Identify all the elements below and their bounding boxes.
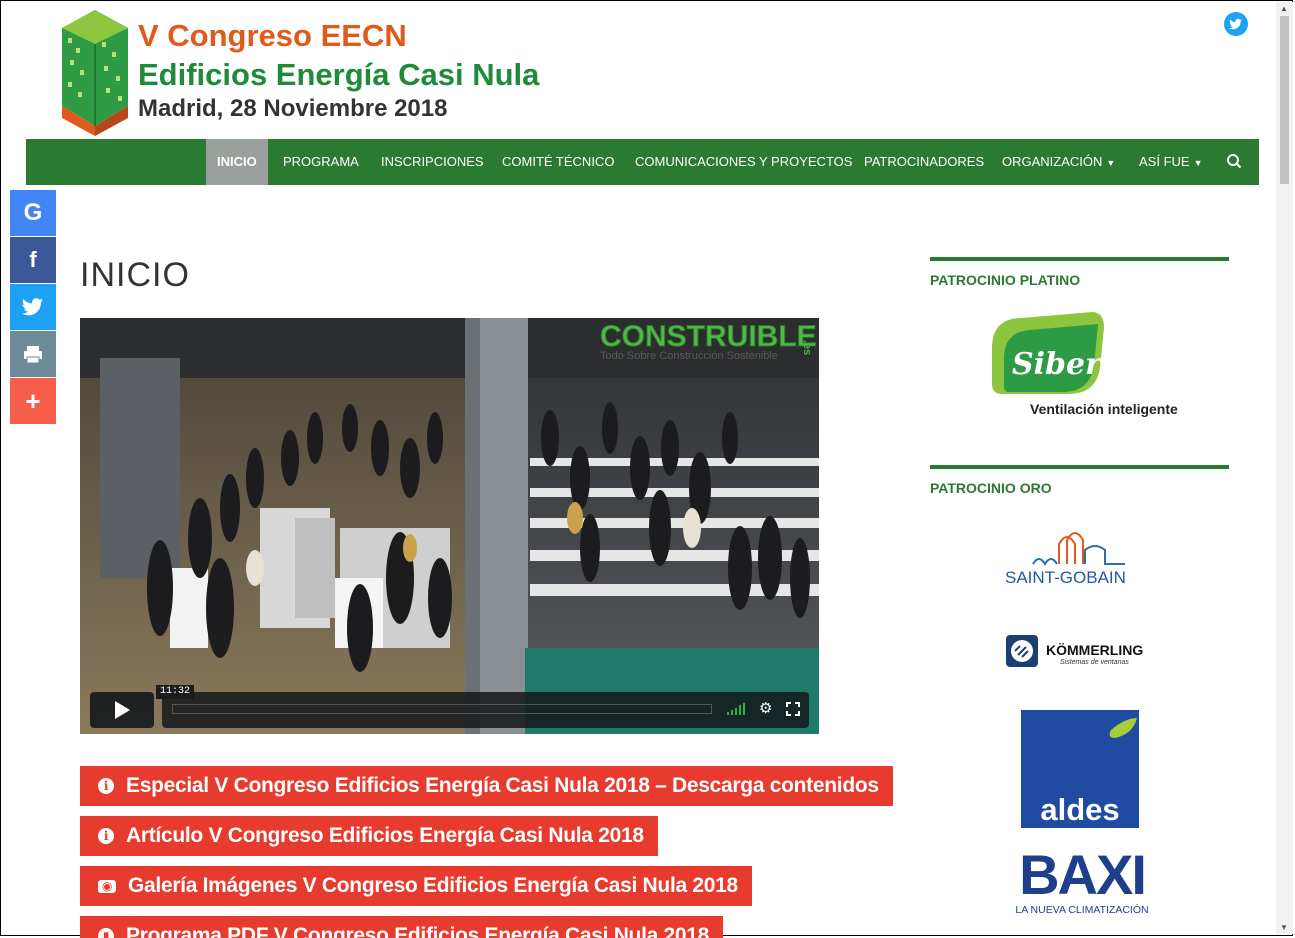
header-title-line1: V Congreso EECN: [138, 18, 407, 53]
saint-gobain-wordmark: SAINT-GOBAIN: [1005, 568, 1126, 587]
siber-logo[interactable]: Siber Ventilación inteligente: [982, 308, 1182, 423]
scrollbar-thumb[interactable]: [1280, 16, 1289, 184]
play-icon: [115, 701, 130, 719]
page-title: INICIO: [80, 256, 190, 294]
kommerling-wordmark: KÖMMERLING: [1046, 642, 1144, 658]
aldes-wordmark: aldes: [1040, 792, 1120, 827]
nav-item-patrocinadores[interactable]: PATROCINADORES: [864, 139, 984, 185]
chevron-down-icon: ▼: [1106, 158, 1116, 168]
sidebar-divider: [930, 257, 1229, 261]
file-icon: ▮: [98, 928, 114, 938]
video-frame-image: CONSTRUIBLE .es Todo Sobre Construcción …: [80, 318, 819, 734]
volume-icon[interactable]: [726, 702, 746, 716]
search-icon[interactable]: [1226, 139, 1246, 185]
link-programa-pdf-label: Programa PDF V Congreso Edificios Energí…: [126, 924, 710, 938]
main-nav: INICIO PROGRAMA INSCRIPCIONES COMITÉ TÉC…: [26, 139, 1259, 185]
video-control-bar: ⚙: [162, 692, 809, 728]
link-galeria-label: Galería Imágenes V Congreso Edificios En…: [128, 874, 738, 897]
video-player[interactable]: CONSTRUIBLE .es Todo Sobre Construcción …: [80, 318, 819, 734]
nav-item-comite-tecnico[interactable]: COMITÉ TÉCNICO: [502, 139, 614, 185]
twitter-icon[interactable]: [1224, 12, 1248, 36]
scroll-down-icon[interactable]: ▼: [1280, 923, 1288, 932]
fullscreen-icon[interactable]: [785, 701, 801, 717]
play-button[interactable]: [90, 692, 154, 728]
aldes-logo[interactable]: aldes: [1021, 710, 1139, 828]
sidebar-heading-oro: PATROCINIO ORO: [930, 480, 1052, 496]
watermark-tld: .es: [801, 340, 813, 355]
twitter-share-button[interactable]: [10, 284, 56, 330]
watermark-subtitle: Todo Sobre Construcción Sostenible: [600, 350, 778, 362]
header-subtitle: Madrid, 28 Noviembre 2018: [138, 95, 448, 122]
facebook-share-button[interactable]: f: [10, 237, 56, 283]
nav-item-asi-fue-label: ASÍ FUE: [1139, 154, 1190, 169]
nav-item-asi-fue[interactable]: ASÍ FUE ▼: [1139, 139, 1203, 185]
nav-item-inscripciones[interactable]: INSCRIPCIONES: [381, 139, 484, 185]
info-icon: i: [98, 778, 114, 794]
scroll-up-icon[interactable]: ▲: [1280, 4, 1288, 13]
google-share-button[interactable]: G: [10, 190, 56, 236]
link-galeria[interactable]: ◉ Galería Imágenes V Congreso Edificios E…: [80, 866, 752, 906]
nav-item-comunicaciones[interactable]: COMUNICACIONES Y PROYECTOS: [635, 139, 852, 185]
link-articulo[interactable]: i Artículo V Congreso Edificios Energía C…: [80, 816, 658, 856]
settings-gear-icon[interactable]: ⚙: [759, 701, 775, 717]
watermark-text: CONSTRUIBLE: [600, 320, 817, 353]
kommerling-logo[interactable]: KÖMMERLING Sistemas de ventanas: [1006, 635, 1166, 671]
baxi-logo[interactable]: BAXI LA NUEVA CLIMATIZACIÓN: [1008, 846, 1156, 920]
print-share-button[interactable]: [10, 331, 56, 377]
siber-wordmark: Siber: [1012, 347, 1103, 382]
nav-item-programa[interactable]: PROGRAMA: [283, 139, 359, 185]
siber-tagline: Ventilación inteligente: [1030, 401, 1178, 417]
nav-item-organizacion[interactable]: ORGANIZACIÓN ▼: [1002, 139, 1115, 185]
nav-item-inicio[interactable]: INICIO: [206, 139, 268, 185]
baxi-wordmark: BAXI: [1019, 843, 1147, 906]
video-duration-tooltip: 11:32: [156, 685, 195, 699]
chevron-down-icon: ▼: [1193, 158, 1203, 168]
kommerling-emblem-icon: [1006, 635, 1038, 667]
nav-item-organizacion-label: ORGANIZACIÓN: [1002, 154, 1103, 169]
link-especial-descarga[interactable]: i Especial V Congreso Edificios Energía C…: [80, 766, 893, 806]
more-share-button[interactable]: +: [10, 378, 56, 424]
sidebar-heading-platino: PATROCINIO PLATINO: [930, 272, 1081, 288]
link-programa-pdf[interactable]: ▮ Programa PDF V Congreso Edificios Energ…: [80, 916, 724, 938]
saint-gobain-logo[interactable]: SAINT-GOBAIN: [1005, 524, 1155, 594]
sidebar-divider: [930, 465, 1229, 469]
link-articulo-label: Artículo V Congreso Edificios Energía Ca…: [126, 824, 644, 847]
kommerling-tagline: Sistemas de ventanas: [1060, 659, 1129, 666]
header-title-line2: Edificios Energía Casi Nula: [138, 57, 540, 92]
page-scrollbar[interactable]: ▲ ▼: [1276, 2, 1293, 934]
info-icon: i: [98, 828, 114, 844]
progress-bar[interactable]: [172, 704, 712, 714]
printer-icon: [24, 346, 42, 364]
camera-icon: ◉: [98, 880, 116, 893]
link-especial-descarga-label: Especial V Congreso Edificios Energía Ca…: [126, 774, 879, 797]
baxi-tagline: LA NUEVA CLIMATIZACIÓN: [1015, 904, 1149, 916]
congress-logo[interactable]: [56, 8, 134, 136]
